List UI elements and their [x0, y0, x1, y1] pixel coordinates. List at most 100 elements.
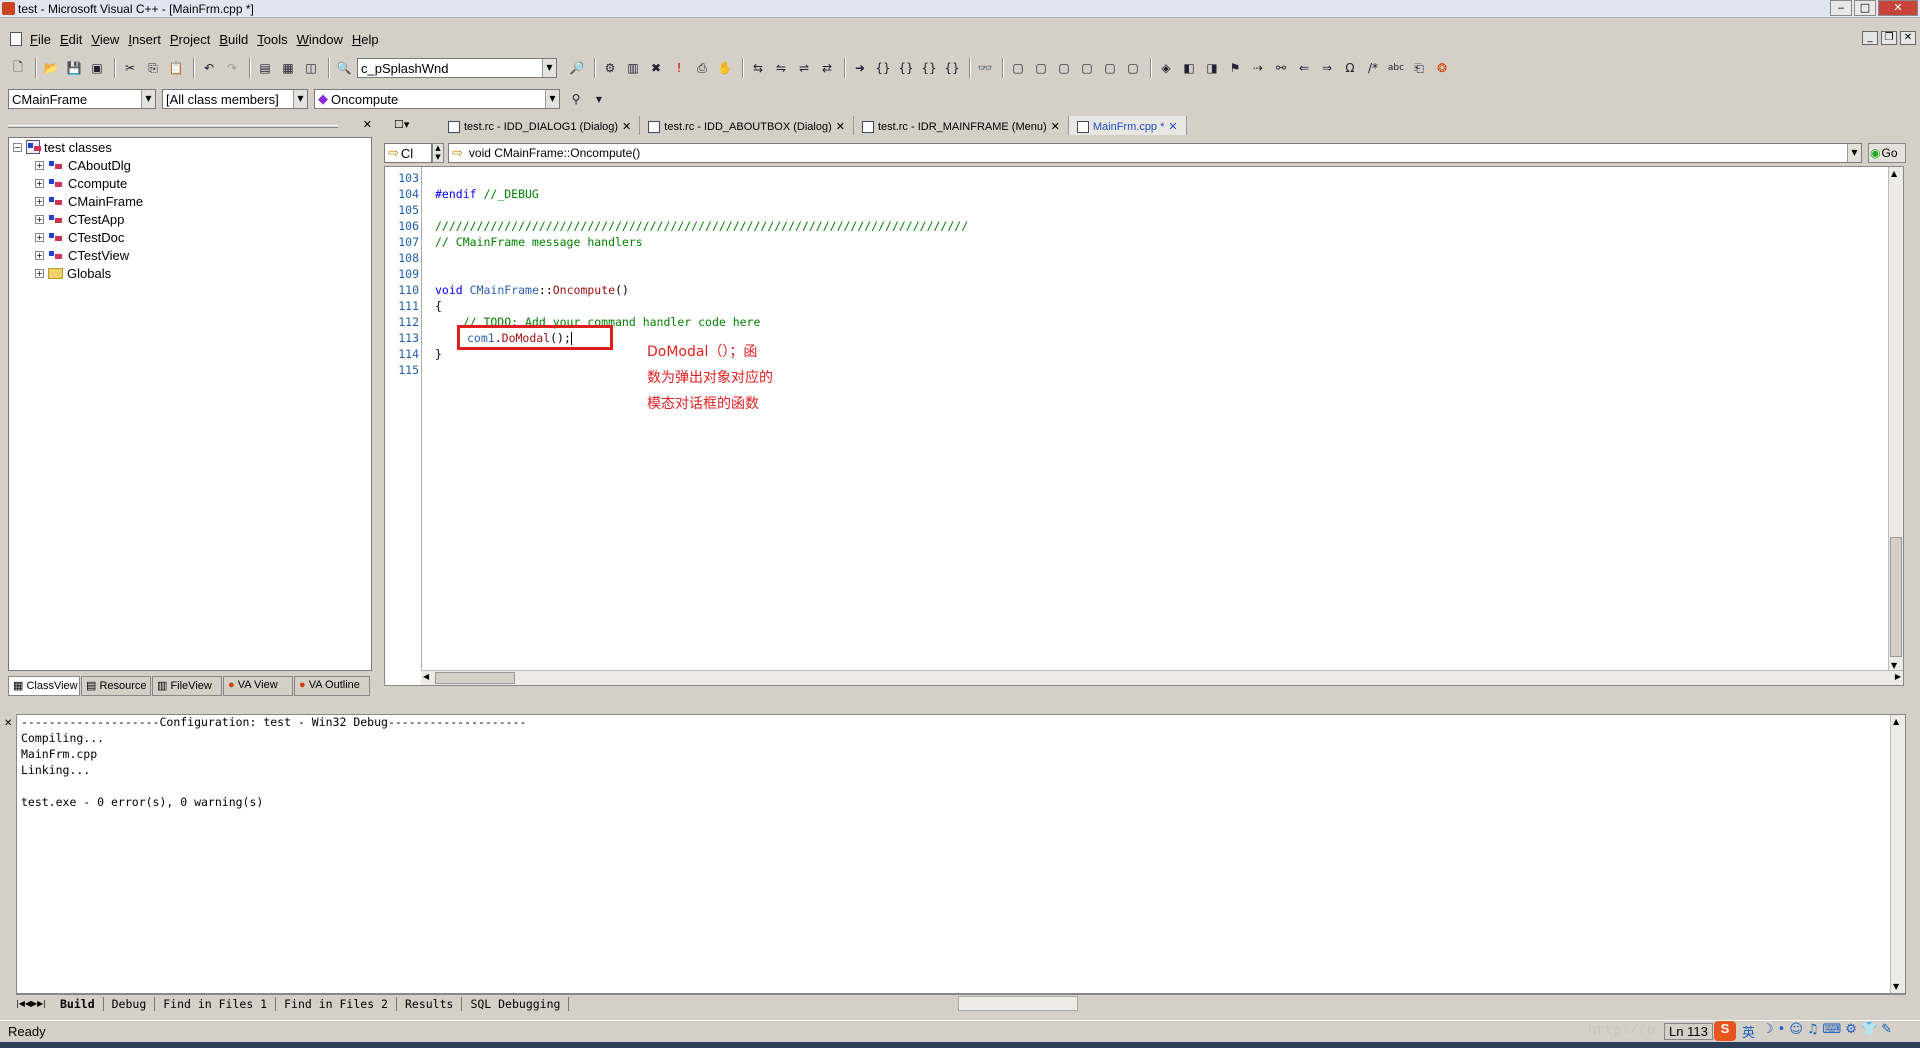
new-file-icon[interactable]: 🗋: [8, 58, 28, 78]
va-icon-4[interactable]: ⇄: [817, 58, 837, 78]
scroll-right-arrow[interactable]: ▶: [1895, 672, 1901, 681]
debug-window-icon-2[interactable]: ▢: [1031, 58, 1051, 78]
pane-close-icon[interactable]: ✕: [363, 118, 372, 131]
maximize-button[interactable]: □: [1854, 0, 1876, 16]
expand-icon[interactable]: +: [35, 232, 44, 242]
debug-window-icon-5[interactable]: ▢: [1100, 58, 1120, 78]
va-icon-3[interactable]: ⇌: [794, 58, 814, 78]
search-icon[interactable]: 🔎: [567, 58, 587, 78]
expand-icon[interactable]: +: [35, 160, 44, 170]
open-folder-icon[interactable]: 📂: [41, 58, 61, 78]
va-logo-icon[interactable]: ❂: [1432, 58, 1452, 78]
tree-item-ctestview[interactable]: + CTestView: [35, 246, 129, 264]
menu-project[interactable]: Project: [170, 32, 210, 47]
doc-tab-dialog1[interactable]: test.rc - IDD_DIALOG1 (Dialog) ✕: [440, 116, 641, 135]
tab-fileview[interactable]: ▥ FileView: [152, 676, 222, 696]
mdi-minimize-button[interactable]: _: [1862, 31, 1878, 45]
minimize-button[interactable]: ‒: [1830, 0, 1852, 16]
find-combo[interactable]: c_pSplashWnd ▼: [357, 58, 557, 78]
chevron-down-icon[interactable]: ▼: [1847, 144, 1861, 162]
refactor-icon[interactable]: ⚯: [1271, 58, 1291, 78]
cut-icon[interactable]: ✂: [120, 58, 140, 78]
tab-find-in-files-2[interactable]: Find in Files 2: [276, 996, 397, 1011]
filter-combo[interactable]: [All class members] ▼: [162, 89, 308, 109]
scroll-up-arrow[interactable]: ▲: [1893, 717, 1899, 726]
chevron-down-icon[interactable]: ▼: [545, 90, 559, 108]
back-icon[interactable]: ⇐: [1294, 58, 1314, 78]
step-into-icon[interactable]: {}: [873, 58, 893, 78]
chevron-down-icon[interactable]: ▼: [293, 90, 307, 108]
method-combo[interactable]: ⇨ void CMainFrame::Oncompute() ▼: [448, 143, 1862, 163]
code-editor[interactable]: 103 104 105 106 107 108 109 110 111 112 …: [384, 166, 1904, 686]
output-horizontal-scrollbar[interactable]: [958, 996, 1078, 1011]
copy-icon[interactable]: ⎘: [143, 58, 163, 78]
paste-icon[interactable]: 📋: [166, 58, 186, 78]
debug-window-icon-6[interactable]: ▢: [1123, 58, 1143, 78]
debug-window-icon-4[interactable]: ▢: [1077, 58, 1097, 78]
tree-item-ctestapp[interactable]: + CTestApp: [35, 210, 124, 228]
goto-icon[interactable]: ⇢: [1248, 58, 1268, 78]
close-icon[interactable]: ✕: [622, 120, 631, 133]
expand-icon[interactable]: +: [35, 268, 44, 278]
tree-item-ctestdoc[interactable]: + CTestDoc: [35, 228, 124, 246]
tree-root[interactable]: − test classes: [13, 138, 112, 156]
tab-debug[interactable]: Debug: [104, 996, 156, 1011]
va-icon-1[interactable]: ⇆: [748, 58, 768, 78]
close-button[interactable]: ✕: [1878, 0, 1918, 16]
bookmark-icon[interactable]: ⚑: [1225, 58, 1245, 78]
class-wizard-icon[interactable]: ◈: [1156, 58, 1176, 78]
h-scroll-thumb[interactable]: [435, 672, 515, 684]
tab-classview[interactable]: ▦ ClassView: [8, 676, 80, 696]
member-combo[interactable]: ◆ Oncompute ▼: [314, 89, 560, 109]
close-icon[interactable]: ✕: [1051, 120, 1060, 133]
tab-build[interactable]: Build: [52, 996, 104, 1011]
menu-file[interactable]: File: [30, 32, 51, 47]
open-file-icon[interactable]: ◨: [1202, 58, 1222, 78]
scroll-down-arrow[interactable]: ▼: [1893, 982, 1899, 991]
omega-icon[interactable]: Ω: [1340, 58, 1360, 78]
scroll-down-arrow[interactable]: ▼: [1891, 661, 1897, 670]
spell-check-icon[interactable]: abc: [1386, 58, 1406, 78]
menu-tools[interactable]: Tools: [257, 32, 287, 47]
context-combo[interactable]: ⇨ Cl: [384, 143, 432, 163]
resource-icon[interactable]: ◧: [1179, 58, 1199, 78]
menu-edit[interactable]: Edit: [60, 32, 82, 47]
window-list-button[interactable]: ☐▾: [394, 118, 420, 134]
expand-icon[interactable]: +: [35, 250, 44, 260]
tree-item-cmainframe[interactable]: + CMainFrame: [35, 192, 143, 210]
output-vertical-scrollbar[interactable]: ▲ ▼: [1890, 715, 1905, 993]
run-to-cursor-icon[interactable]: {}: [942, 58, 962, 78]
tab-results[interactable]: Results: [397, 996, 463, 1011]
step-out-icon[interactable]: {}: [919, 58, 939, 78]
close-icon[interactable]: ✕: [836, 120, 845, 133]
scroll-up-arrow[interactable]: ▲: [1891, 169, 1897, 178]
menu-window[interactable]: Window: [297, 32, 343, 47]
chevron-down-icon[interactable]: ▼: [141, 90, 155, 108]
forward-icon[interactable]: ⇒: [1317, 58, 1337, 78]
stop-build-icon[interactable]: ✖: [646, 58, 666, 78]
expand-icon[interactable]: +: [35, 178, 44, 188]
doc-tab-aboutbox[interactable]: test.rc - IDD_ABOUTBOX (Dialog) ✕: [640, 116, 854, 135]
pane-grip[interactable]: [8, 125, 338, 128]
class-combo[interactable]: CMainFrame ▼: [8, 89, 156, 109]
wizardbar-menu-icon[interactable]: ▼: [589, 89, 609, 109]
menu-help[interactable]: Help: [352, 32, 379, 47]
va-icon-2[interactable]: ⇋: [771, 58, 791, 78]
mdi-close-button[interactable]: ✕: [1900, 31, 1916, 45]
tree-item-ccompute[interactable]: + Ccompute: [35, 174, 127, 192]
ime-sogou-icon[interactable]: S: [1714, 1021, 1736, 1041]
ime-tray-icons[interactable]: ☽•☺♫⌨⚙👕✎: [1762, 1022, 1896, 1037]
windows-list-icon[interactable]: ◫: [301, 58, 321, 78]
go-button[interactable]: ◉ Go: [1868, 143, 1906, 163]
debug-window-icon-1[interactable]: ▢: [1008, 58, 1028, 78]
tab-va-view[interactable]: ● VA View: [223, 676, 293, 696]
save-all-icon[interactable]: ▣: [87, 58, 107, 78]
doc-tab-mainfrm[interactable]: MainFrm.cpp * ✕: [1068, 116, 1187, 135]
doc-tab-menu[interactable]: test.rc - IDR_MAINFRAME (Menu) ✕: [854, 116, 1069, 135]
menu-build[interactable]: Build: [219, 32, 248, 47]
context-spinner[interactable]: ▲ ▼: [432, 143, 444, 163]
collapse-icon[interactable]: −: [13, 142, 22, 152]
paste-history-icon[interactable]: ⎗: [1409, 58, 1429, 78]
chevron-down-icon[interactable]: ▼: [542, 59, 556, 77]
tab-resourceview[interactable]: ▤ Resource: [81, 676, 151, 696]
